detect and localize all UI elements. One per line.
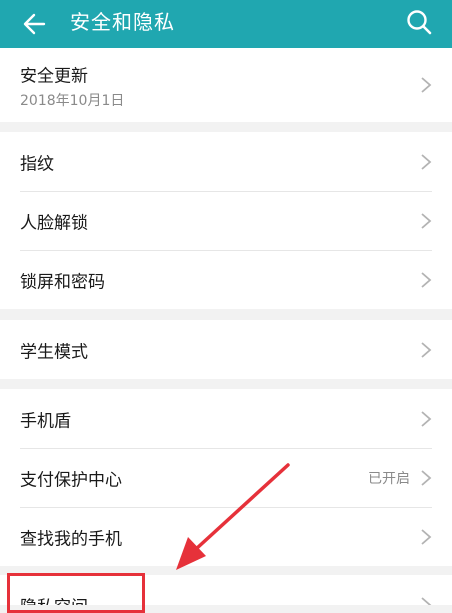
list-item-label: 学生模式 xyxy=(20,342,88,362)
list-item-student-mode[interactable]: 学生模式 xyxy=(0,320,452,379)
list-item-label: 人脸解锁 xyxy=(20,213,88,233)
list-item-label: 安全更新 xyxy=(20,66,88,87)
list-item-lockscreen-password[interactable]: 锁屏和密码 xyxy=(0,250,452,309)
app-header: 安全和隐私 xyxy=(0,0,452,48)
status-text: 已开启 xyxy=(368,470,410,487)
list-item-label: 支付保护中心 xyxy=(20,470,122,490)
list-item-fingerprint[interactable]: 指纹 xyxy=(0,132,452,191)
list-item-subtitle: 2018年10月1日 xyxy=(20,93,125,109)
chevron-right-icon xyxy=(421,596,432,605)
settings-group-security-update: 安全更新 2018年10月1日 xyxy=(0,48,452,122)
settings-group-phone-protection: 手机盾 支付保护中心 已开启 查找我的手机 xyxy=(0,389,452,566)
list-item-label: 锁屏和密码 xyxy=(20,272,105,292)
chevron-right-icon xyxy=(421,410,432,427)
list-item-security-update[interactable]: 安全更新 2018年10月1日 xyxy=(0,48,452,122)
list-item-payment-protection[interactable]: 支付保护中心 已开启 xyxy=(0,448,452,507)
list-item-label: 查找我的手机 xyxy=(20,529,122,549)
chevron-right-icon xyxy=(421,212,432,229)
list-item-label: 指纹 xyxy=(20,154,54,174)
chevron-right-icon xyxy=(421,77,432,93)
chevron-right-icon xyxy=(421,153,432,170)
search-icon[interactable] xyxy=(404,7,434,37)
settings-group-student-mode: 学生模式 xyxy=(0,320,452,379)
list-item-find-my-phone[interactable]: 查找我的手机 xyxy=(0,507,452,566)
page-title: 安全和隐私 xyxy=(70,10,175,34)
list-item-phone-shield[interactable]: 手机盾 xyxy=(0,389,452,448)
settings-group-biometrics: 指纹 人脸解锁 锁屏和密码 xyxy=(0,132,452,309)
highlight-box xyxy=(7,573,145,613)
chevron-right-icon xyxy=(421,341,432,358)
back-arrow-icon[interactable] xyxy=(20,9,50,39)
chevron-right-icon xyxy=(421,528,432,545)
list-item-face-unlock[interactable]: 人脸解锁 xyxy=(0,191,452,250)
chevron-right-icon xyxy=(421,469,432,486)
list-item-label: 手机盾 xyxy=(20,411,71,431)
chevron-right-icon xyxy=(421,271,432,288)
